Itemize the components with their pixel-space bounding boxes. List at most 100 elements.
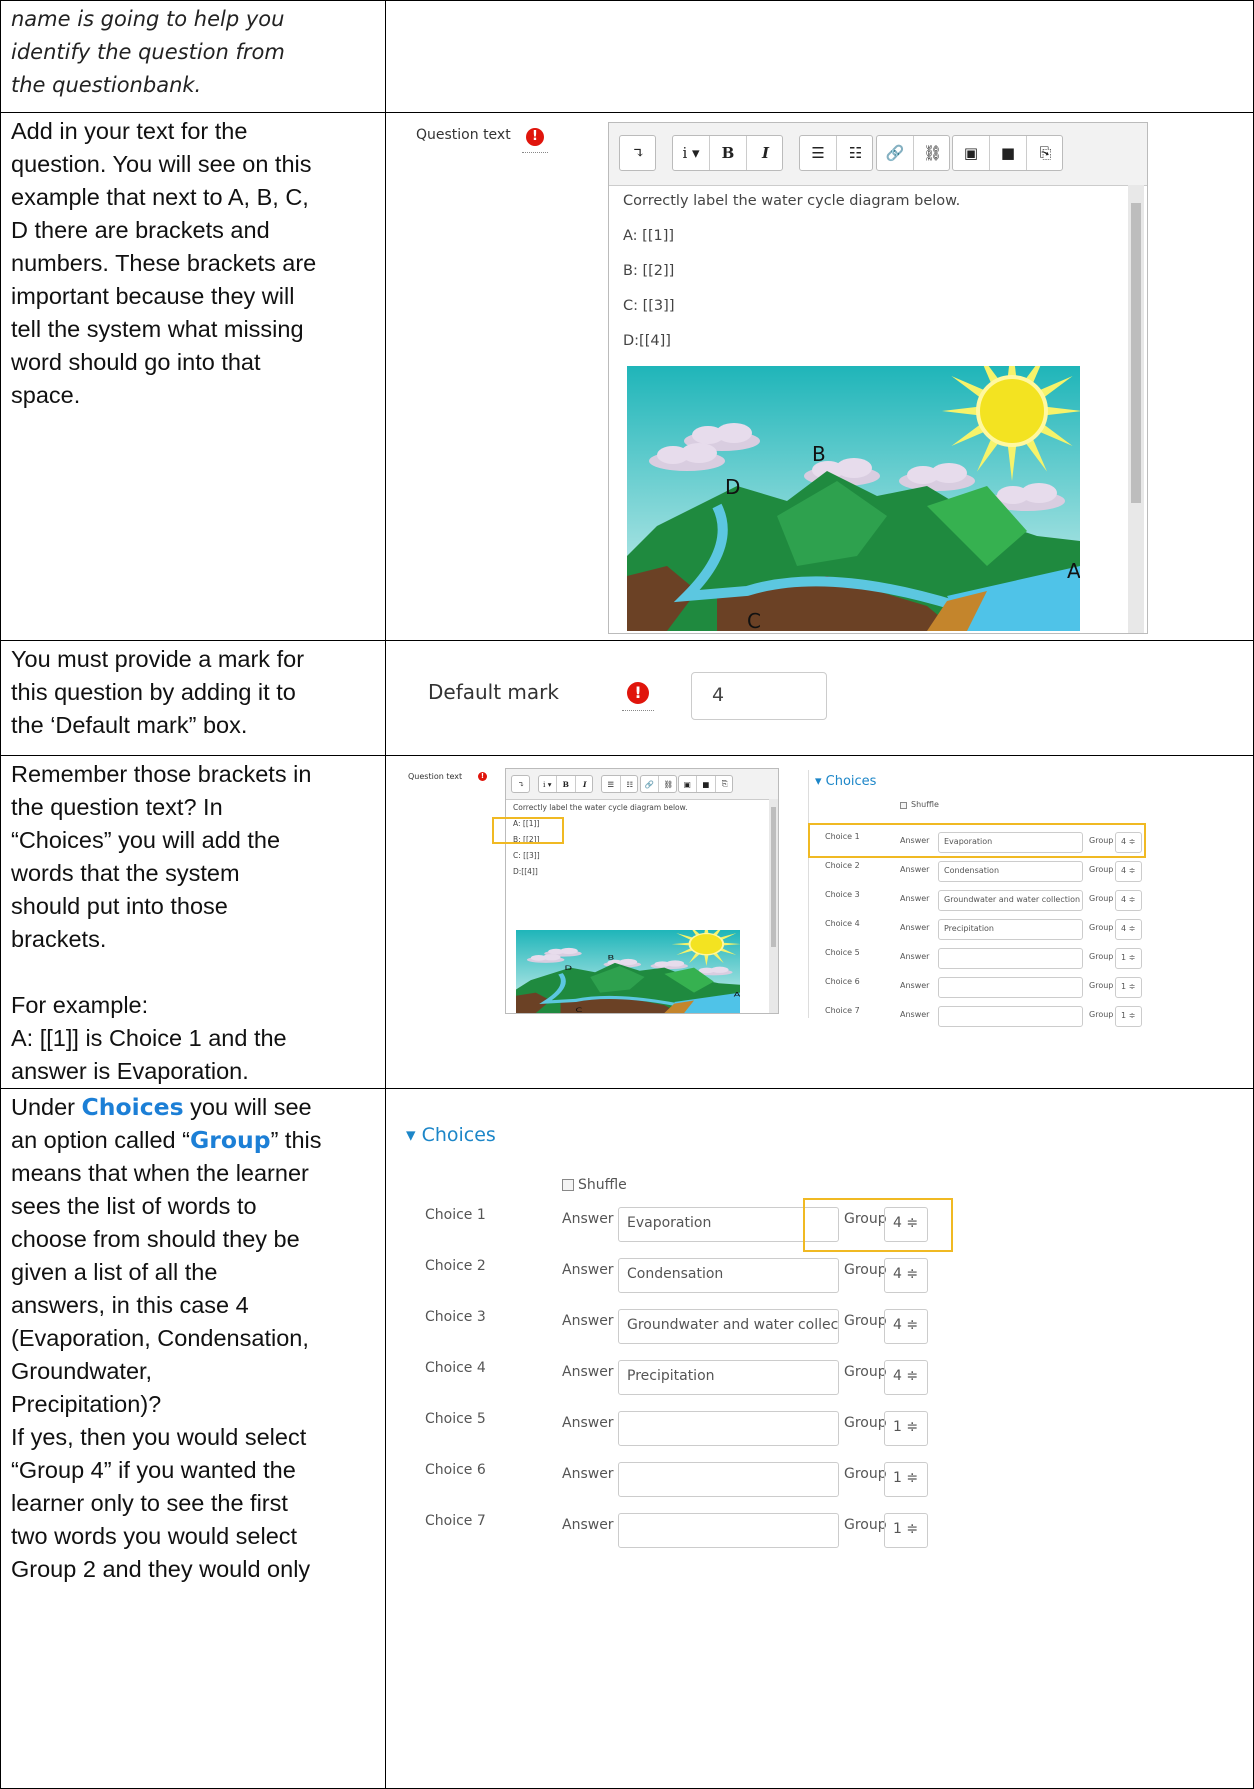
toolbar-group: ▣ ■ ⎘ (677, 775, 733, 793)
text-line: answers, in this case 4 (11, 1292, 249, 1318)
editor-text-line: Correctly label the water cycle diagram … (513, 803, 688, 812)
format-button[interactable]: i ▾ (673, 136, 710, 170)
media-button[interactable]: ■ (990, 136, 1027, 170)
text-line: Add in your text for the (11, 118, 248, 144)
editor-text-line: C: [[3]] (623, 298, 675, 314)
toolbar-group: i ▾ B I (537, 775, 593, 793)
group-select[interactable]: 1 ≑ (1115, 948, 1142, 969)
bold-button[interactable]: B (710, 136, 747, 170)
editor-text-line: B: [[2]] (623, 263, 675, 279)
answer-label: Answer (900, 1010, 930, 1019)
editor-text-line: A: [[1]] (623, 228, 675, 244)
text-line: name is going to help you (11, 7, 285, 31)
image-button: ▣ (679, 776, 697, 792)
answer-input[interactable]: Precipitation (618, 1360, 839, 1395)
indent-button[interactable]: ↴ (620, 136, 657, 170)
indent-button: ↴ (518, 779, 525, 789)
group-select[interactable]: 1 ≑ (884, 1462, 928, 1497)
cloud (542, 954, 561, 961)
group-label: Group (1089, 923, 1114, 932)
toolbar-group: ▣ ■ ⎘ (952, 135, 1063, 171)
toolbar-group: ☰ ☷ (799, 135, 873, 171)
manage-files-button: ⎘ (721, 779, 728, 788)
required-warning-icon: ! (526, 128, 544, 146)
choice-label: Choice 3 (825, 890, 860, 899)
manage-files-button[interactable]: ⎘ (1027, 136, 1064, 170)
choices-section-header[interactable]: ▾ Choices (815, 774, 876, 789)
text-line: the ‘Default mark” box. (11, 712, 248, 738)
choices-keyword: Choices (81, 1093, 184, 1121)
link-button[interactable]: 🔗 (877, 136, 914, 170)
text-line: means that when the learner (11, 1160, 309, 1186)
scrollbar-thumb[interactable] (1131, 203, 1141, 503)
answer-input[interactable]: Condensation (618, 1258, 839, 1293)
answer-input[interactable] (938, 948, 1083, 969)
answer-label: Answer (900, 894, 930, 903)
group-select[interactable]: 4 ≑ (1115, 890, 1142, 911)
choices-section-header[interactable]: ▾ Choices (406, 1124, 496, 1146)
answer-input[interactable] (618, 1411, 839, 1446)
toolbar-group: 🔗 ⛓ (876, 135, 950, 171)
diagram-label: C (575, 1006, 582, 1013)
text-line: A: [[1]] is Choice 1 and the (11, 1025, 287, 1051)
group-select[interactable]: 4 ≑ (1115, 861, 1142, 882)
shuffle-checkbox[interactable] (562, 1179, 574, 1191)
text-line: the question text? In (11, 794, 223, 820)
group-select[interactable]: 1 ≑ (1115, 977, 1142, 998)
editor-scrollbar[interactable] (1128, 185, 1144, 633)
toolbar-group: 🔗 ⛓ (639, 775, 677, 793)
answer-input[interactable]: Groundwater and water collection (618, 1309, 839, 1344)
italic-button[interactable]: I (747, 136, 784, 170)
text-line: identify the question from (11, 40, 285, 64)
choice-label: Choice 1 (425, 1207, 486, 1223)
default-mark-input[interactable]: 4 (691, 672, 827, 720)
group-select[interactable]: 4 ≑ (884, 1258, 928, 1293)
text-line: Remember those brackets in (11, 761, 312, 787)
cloud (666, 960, 685, 967)
text-line: the questionbank. (11, 73, 202, 97)
toolbar-group: ↴ (619, 135, 656, 171)
group-select[interactable]: 4 ≑ (884, 1360, 928, 1395)
image-button[interactable]: ▣ (953, 136, 990, 170)
instruction-cell: Add in your text for the question. You wi… (0, 112, 386, 641)
text-line: should put into those (11, 893, 228, 919)
shuffle-checkbox[interactable] (900, 802, 907, 809)
answer-label: Answer (562, 1517, 614, 1533)
group-select[interactable]: 1 ≑ (1115, 1006, 1142, 1027)
choice-label: Choice 5 (825, 948, 860, 957)
choice-label: Choice 4 (825, 919, 860, 928)
answer-label: Answer (562, 1466, 614, 1482)
instruction-cell: You must provide a mark for this question… (0, 640, 386, 756)
answer-input[interactable]: Condensation (938, 861, 1083, 882)
unlink-button: ⛓ (663, 779, 674, 789)
choice-label: Choice 2 (425, 1258, 486, 1274)
numbered-list-button[interactable]: ☷ (837, 136, 874, 170)
editor-text-line: C: [[3]] (513, 851, 540, 860)
warning-underline (522, 152, 548, 153)
answer-input[interactable] (618, 1462, 839, 1497)
answer-input[interactable] (938, 1006, 1083, 1027)
question-text-editor[interactable]: ↴ i ▾ B I ☰ ☷ 🔗 ⛓ ▣ ■ ⎘ Correctly label the water … (608, 122, 1148, 634)
diagram-label: A (1067, 559, 1080, 583)
group-select[interactable]: 4 ≑ (1115, 919, 1142, 940)
media-button: ■ (697, 776, 716, 792)
default-mark-label: Default mark (428, 680, 559, 704)
bullet-list-button[interactable]: ☰ (800, 136, 837, 170)
numbered-list-button: ☷ (626, 779, 634, 789)
group-label: Group (1089, 981, 1114, 990)
group-select[interactable]: 4 ≑ (884, 1309, 928, 1344)
choice-label: Choice 4 (425, 1360, 486, 1376)
group-select[interactable]: 1 ≑ (884, 1513, 928, 1548)
group-label: Group (844, 1466, 887, 1482)
text-line: (Evaporation, Condensation, (11, 1325, 309, 1351)
answer-input[interactable] (618, 1513, 839, 1548)
scrollbar-thumb (771, 807, 776, 947)
group-label: Group (1089, 1010, 1114, 1019)
answer-input[interactable]: Precipitation (938, 919, 1083, 940)
group-select[interactable]: 1 ≑ (884, 1411, 928, 1446)
answer-input[interactable] (938, 977, 1083, 998)
text-line: given a list of all the (11, 1259, 218, 1285)
bold-button: B (557, 776, 576, 792)
unlink-button[interactable]: ⛓ (914, 136, 951, 170)
answer-input[interactable]: Groundwater and water collection (938, 890, 1083, 911)
